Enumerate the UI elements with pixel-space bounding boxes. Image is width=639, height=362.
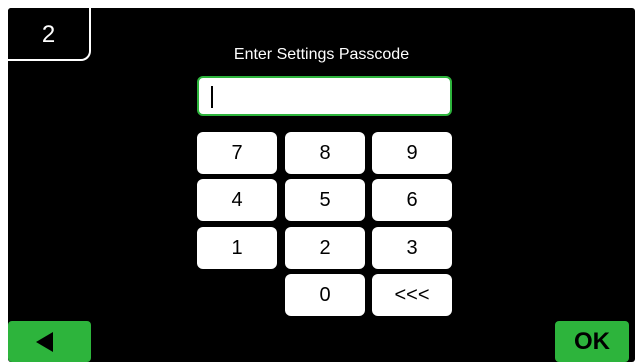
- key-5-button[interactable]: 5: [285, 179, 365, 221]
- passcode-screen: 2 Enter Settings Passcode 7 8 9 4 5 6 1 …: [8, 8, 635, 362]
- key-2-button[interactable]: 2: [285, 227, 365, 269]
- page-title: Enter Settings Passcode: [233, 46, 410, 63]
- key-9-button[interactable]: 9: [372, 132, 452, 174]
- key-3-button[interactable]: 3: [372, 227, 452, 269]
- passcode-input[interactable]: [197, 76, 452, 116]
- left-arrow-icon: [36, 332, 53, 352]
- key-6-button[interactable]: 6: [372, 179, 452, 221]
- ok-button[interactable]: OK: [555, 321, 629, 362]
- key-8-button[interactable]: 8: [285, 132, 365, 174]
- back-button[interactable]: [8, 321, 91, 362]
- key-1-button[interactable]: 1: [197, 227, 277, 269]
- backspace-button[interactable]: <<<: [372, 274, 452, 316]
- key-4-button[interactable]: 4: [197, 179, 277, 221]
- text-caret: [211, 86, 213, 108]
- key-0-button[interactable]: 0: [285, 274, 365, 316]
- key-7-button[interactable]: 7: [197, 132, 277, 174]
